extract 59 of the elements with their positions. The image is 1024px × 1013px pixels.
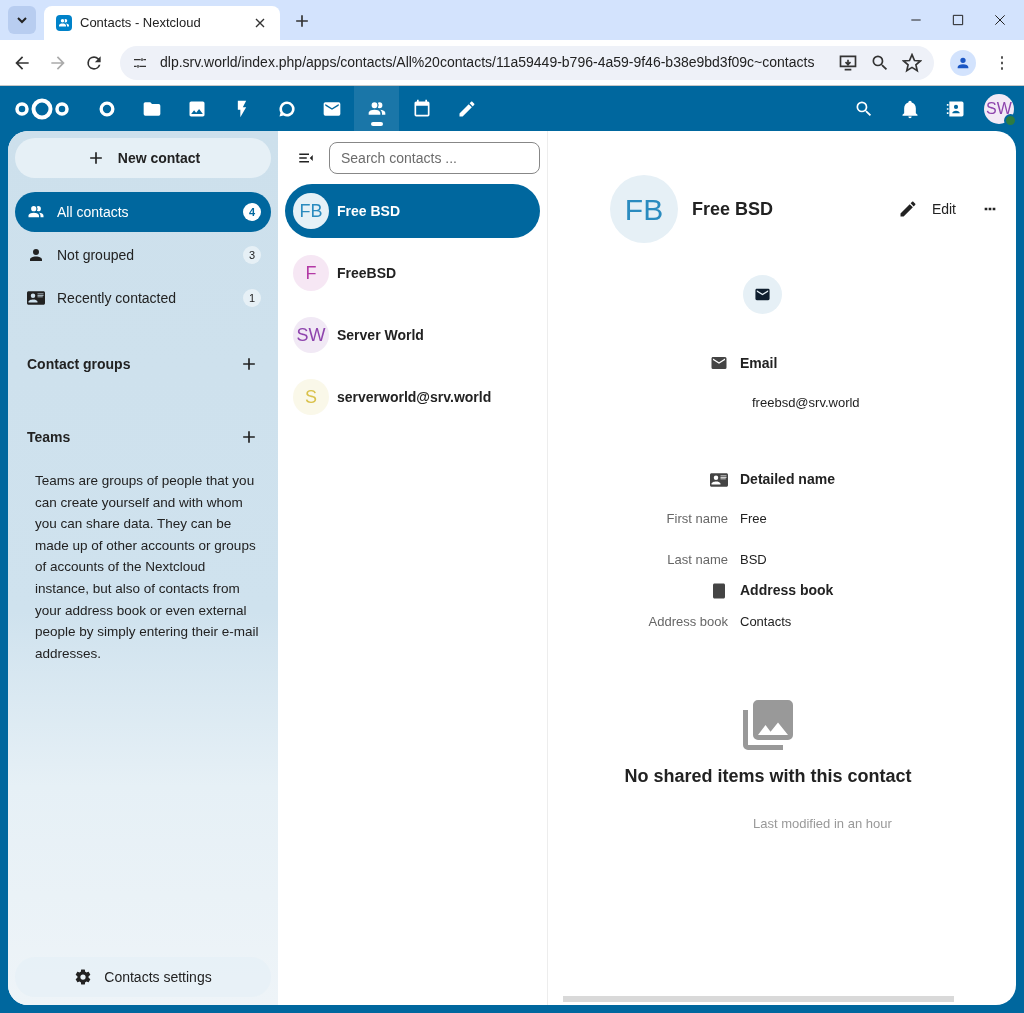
contacts-settings-button[interactable]: Contacts settings	[15, 957, 271, 997]
contact-avatar: SW	[293, 317, 329, 353]
field-label: Last name	[667, 551, 728, 569]
maximize-icon[interactable]	[950, 12, 966, 28]
last-modified-text: Last modified in an hour	[753, 815, 892, 833]
notifications-icon[interactable]	[900, 98, 920, 119]
empty-state-message: No shared items with this contact	[624, 765, 912, 788]
search-field[interactable]: Search contacts ...	[329, 142, 540, 174]
contact-name: Free BSD	[692, 197, 775, 221]
app-button[interactable]	[354, 86, 399, 131]
count-badge: 3	[243, 246, 261, 264]
contact-list-item[interactable]: S serverworld@srv.world	[285, 370, 540, 424]
settings-icon	[74, 968, 93, 986]
contact-list-item[interactable]: F FreeBSD	[285, 246, 540, 300]
mail-icon	[753, 286, 771, 303]
section-heading: Teams	[27, 427, 71, 447]
count-badge: 1	[243, 289, 261, 307]
user-avatar[interactable]: SW	[984, 93, 1014, 124]
address-bar[interactable]: dlp.srv.world/index.php/apps/contacts/All%20contacts/11a59449-b796-4a59-9f46-b38e9bd3f09c~contacts	[120, 45, 934, 80]
field-heading: Address book	[740, 581, 834, 600]
section-heading: Contact groups	[27, 354, 131, 374]
contact-avatar: FB	[293, 193, 329, 229]
contact-list-item[interactable]: FB Free BSD	[285, 184, 540, 238]
tab-title: Contacts - Nextcloud	[80, 14, 202, 33]
field-heading: Detailed name	[740, 470, 835, 489]
field-value: Free	[740, 509, 767, 528]
field-value: BSD	[740, 551, 767, 569]
online-status-icon	[1004, 113, 1017, 127]
count-badge: 4	[243, 203, 261, 221]
field-value: freebsd@srv.world	[752, 394, 860, 412]
browser-tab[interactable]: Contacts - Nextcloud	[44, 6, 280, 40]
sidebar-item[interactable]: Recently contacted 1	[15, 278, 271, 318]
field-label: Address book	[648, 612, 728, 631]
send-email-button[interactable]	[742, 275, 782, 314]
contact-card-icon	[710, 470, 728, 489]
mail-icon	[710, 354, 728, 372]
horizontal-scrollbar[interactable]	[563, 996, 954, 1002]
field-label: First name	[666, 509, 728, 528]
sidebar-item[interactable]: Not grouped 3	[15, 235, 271, 275]
field-heading: Email	[740, 353, 778, 373]
contact-avatar: S	[293, 379, 329, 415]
tab-list-button[interactable]	[8, 6, 36, 34]
sidebar-item[interactable]: All contacts 4	[15, 192, 271, 232]
profile-icon[interactable]	[950, 49, 976, 76]
contact-list-item[interactable]: SW Server World	[285, 308, 540, 362]
active-app-indicator	[370, 122, 383, 126]
edit-button[interactable]: Edit	[889, 191, 964, 227]
contact-avatar: FB	[610, 175, 678, 243]
contact-avatar: F	[293, 255, 329, 291]
person-icon	[27, 246, 45, 264]
contact-card-icon	[27, 289, 45, 307]
url-text: dlp.srv.world/index.php/apps/contacts/All%20contacts/11a59449-b796-4a59-9f46-b38e9bd3f09c~contacts	[160, 53, 816, 72]
chevron-down-icon	[16, 14, 28, 26]
favicon-icon	[56, 15, 72, 31]
teams-description: Teams are groups of people that you can create yourself and with whom you can share data. They can be made up of other accounts or groups of accounts of the Nextcloud instance, but also of contacts from your address book or even external people by simply entering their e-mail addresses.	[34, 472, 260, 663]
field-value: Contacts	[740, 612, 792, 631]
new-contact-button[interactable]: New contact	[15, 138, 271, 178]
bookmark-star-icon[interactable]	[902, 52, 922, 73]
close-icon[interactable]	[992, 12, 1008, 28]
